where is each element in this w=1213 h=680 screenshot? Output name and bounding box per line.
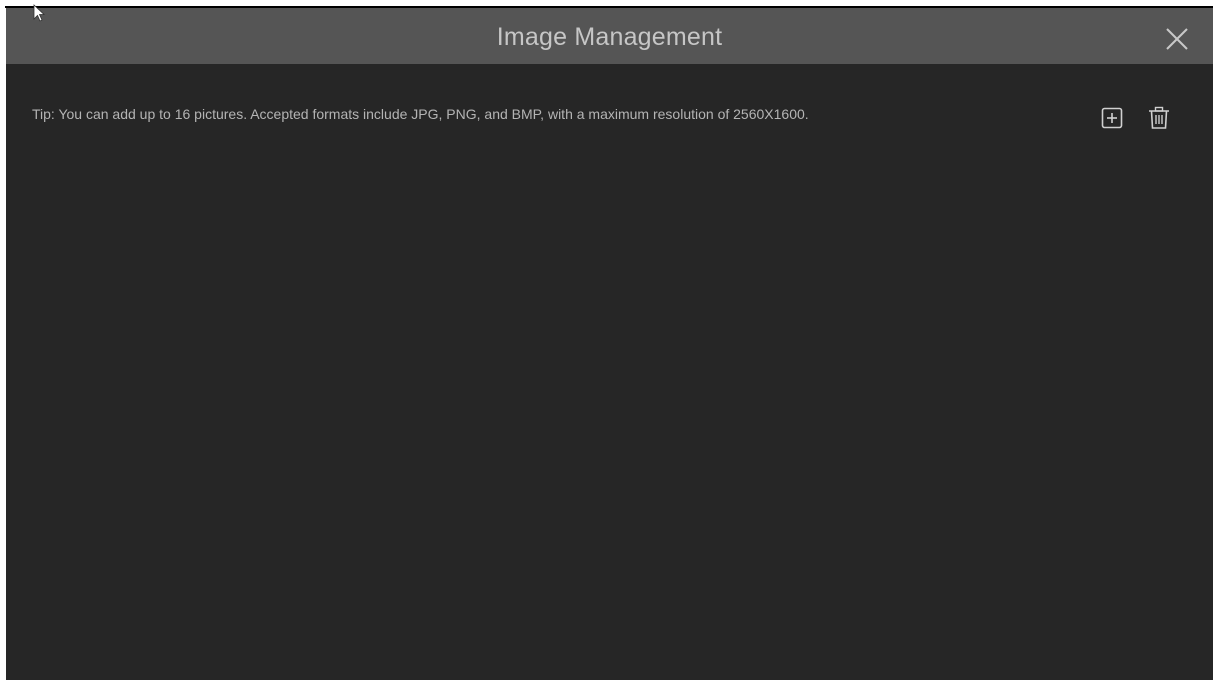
image-management-dialog: Image Management Tip: You can add up to … bbox=[6, 8, 1213, 680]
title-bar: Image Management bbox=[6, 8, 1213, 64]
tip-text: Tip: You can add up to 16 pictures. Acce… bbox=[32, 106, 809, 122]
add-image-button[interactable] bbox=[1099, 105, 1125, 131]
dialog-title: Image Management bbox=[496, 23, 723, 51]
mouse-pointer-icon bbox=[33, 4, 47, 24]
trash-icon bbox=[1149, 106, 1169, 129]
close-icon bbox=[1166, 28, 1188, 50]
close-button[interactable] bbox=[1163, 25, 1191, 53]
add-icon bbox=[1101, 107, 1123, 129]
delete-image-button[interactable] bbox=[1146, 105, 1172, 131]
